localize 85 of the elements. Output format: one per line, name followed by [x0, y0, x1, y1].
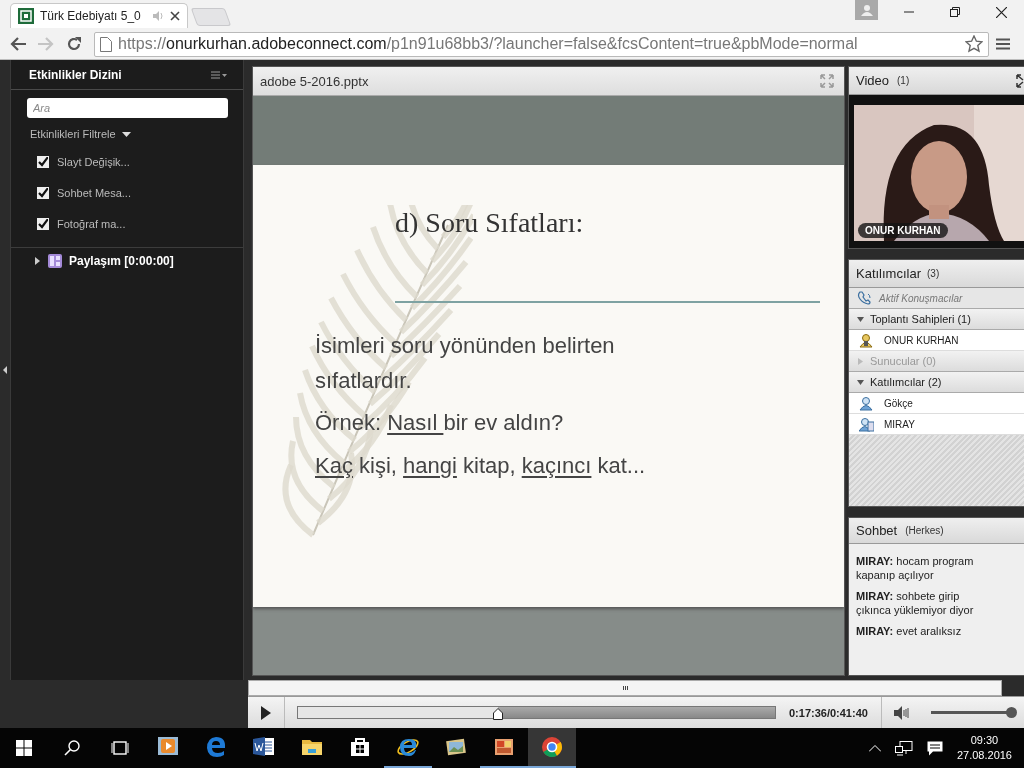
video-count: (1) — [897, 75, 910, 86]
network-icon[interactable] — [894, 740, 913, 756]
notification-icon[interactable] — [926, 740, 943, 756]
forward-arrow-icon — [38, 37, 54, 51]
active-speakers-label: Aktif Konuşmacılar — [879, 292, 963, 304]
video-caption: ONUR KURHAN — [858, 223, 948, 238]
reload-icon — [66, 36, 82, 52]
shopping-bag-icon — [349, 736, 371, 758]
chat-message: MIRAY: evet aralıksız — [856, 624, 963, 638]
close-icon[interactable] — [170, 11, 180, 21]
page-icon — [100, 36, 112, 52]
collapse-arrow-icon[interactable] — [3, 366, 7, 374]
user-icon — [859, 395, 874, 411]
chat-message: MIRAY: sohbete girip çıkınca yüklemiyor diyor — [856, 589, 975, 617]
filter-option: Slayt Değişik... — [57, 155, 130, 168]
pod-title: Etkinlikler Dizini — [29, 67, 122, 82]
phone-icon — [857, 291, 873, 305]
clock-date: 27.08.2016 — [956, 748, 1012, 763]
check-icon — [38, 156, 48, 167]
mobile-user-icon — [859, 416, 874, 432]
filter-label: Etkinlikleri Filtrele — [30, 128, 116, 140]
attendee-name[interactable]: Gökçe — [884, 397, 913, 409]
host-user-icon — [859, 332, 874, 348]
edge-icon — [205, 736, 227, 758]
pod-title: adobe 5-2016.pptx — [260, 73, 369, 89]
pod-title: Katılımcılar — [856, 266, 921, 281]
chrome-icon — [541, 736, 563, 758]
url-text: https://onurkurhan.adobeconnect.com/p1n91u68bb3/?launcher=false&fcsContent=true&pbMode=normal — [118, 35, 859, 53]
timeline-track[interactable] — [297, 706, 776, 719]
office-icon — [493, 736, 515, 758]
person-icon — [860, 4, 873, 16]
slide-text-line: Kaç kişi, hangi kitap, kaçıncı kat... — [315, 452, 647, 480]
check-icon — [38, 218, 48, 229]
pod-menu-icon[interactable] — [211, 70, 227, 79]
caret-icon[interactable] — [121, 131, 131, 137]
volume-thumb[interactable] — [1005, 707, 1017, 718]
slide-text-line: İsimleri soru yönünden belirten — [315, 332, 616, 360]
chat-scope: (Herkes) — [905, 525, 944, 536]
grip-icon — [622, 686, 628, 690]
clock[interactable]: 09:30 27.08.2016 — [956, 733, 1012, 763]
play-icon — [261, 705, 271, 720]
search-icon — [64, 740, 80, 756]
close-icon — [995, 6, 1007, 18]
word-icon — [253, 736, 275, 758]
resize-handle[interactable] — [248, 680, 1002, 696]
slide-text-line: Örnek: Nasıl bir ev aldın? — [315, 409, 565, 437]
checkbox[interactable] — [37, 155, 49, 168]
playback-time: 0:17:36/0:41:40 — [789, 706, 869, 719]
filter-option: Fotoğraf ma... — [57, 217, 126, 230]
chevron-up-icon[interactable] — [868, 744, 881, 752]
attendee-count: (3) — [927, 268, 940, 279]
event-item[interactable]: Paylaşım [0:00:00] — [69, 254, 174, 268]
slide-text-line: sıfatlardır. — [315, 367, 413, 395]
expanded-arrow-icon[interactable] — [857, 378, 864, 386]
pod-title: Sohbet — [856, 523, 898, 538]
back-arrow-icon — [10, 37, 26, 51]
pod-title: Video — [856, 73, 889, 88]
filter-option: Sohbet Mesa... — [57, 186, 131, 199]
check-icon — [38, 187, 48, 198]
star-icon[interactable] — [965, 35, 983, 53]
speaker-icon — [893, 705, 910, 720]
favicon-icon — [18, 8, 34, 24]
search-field[interactable]: Ara — [27, 98, 228, 118]
chat-message: MIRAY: hocam program kapanıp açılıyor — [856, 554, 975, 582]
media-player-icon — [157, 736, 179, 758]
tab-title: Türk Edebiyatı 5_0 — [40, 9, 142, 23]
share-pod-icon — [48, 254, 62, 268]
collapsed-arrow-icon[interactable] — [35, 257, 41, 265]
browser-tab[interactable]: Türk Edebiyatı 5_0 — [10, 3, 188, 28]
task-view-icon — [110, 741, 130, 755]
ie-icon — [397, 736, 419, 758]
checkbox[interactable] — [37, 217, 49, 230]
speaker-icon — [152, 10, 164, 22]
expand-icon[interactable] — [1016, 73, 1024, 88]
attendee-name[interactable]: MIRAY — [884, 418, 915, 430]
restore-icon — [950, 7, 960, 17]
windows-logo-icon — [16, 740, 32, 756]
taskbar-app[interactable] — [528, 728, 576, 768]
timeline-thumb[interactable] — [493, 708, 504, 720]
checkbox[interactable] — [37, 186, 49, 199]
menu-icon — [996, 38, 1010, 50]
clock-time: 09:30 — [970, 733, 999, 748]
address-bar[interactable]: https://onurkurhan.adobeconnect.com/p1n91u68bb3/?launcher=false&fcsContent=true&pbMode=normal — [94, 31, 989, 57]
slide-title: d) Soru Sıfatları: — [395, 207, 585, 239]
expanded-arrow-icon[interactable] — [857, 315, 864, 323]
